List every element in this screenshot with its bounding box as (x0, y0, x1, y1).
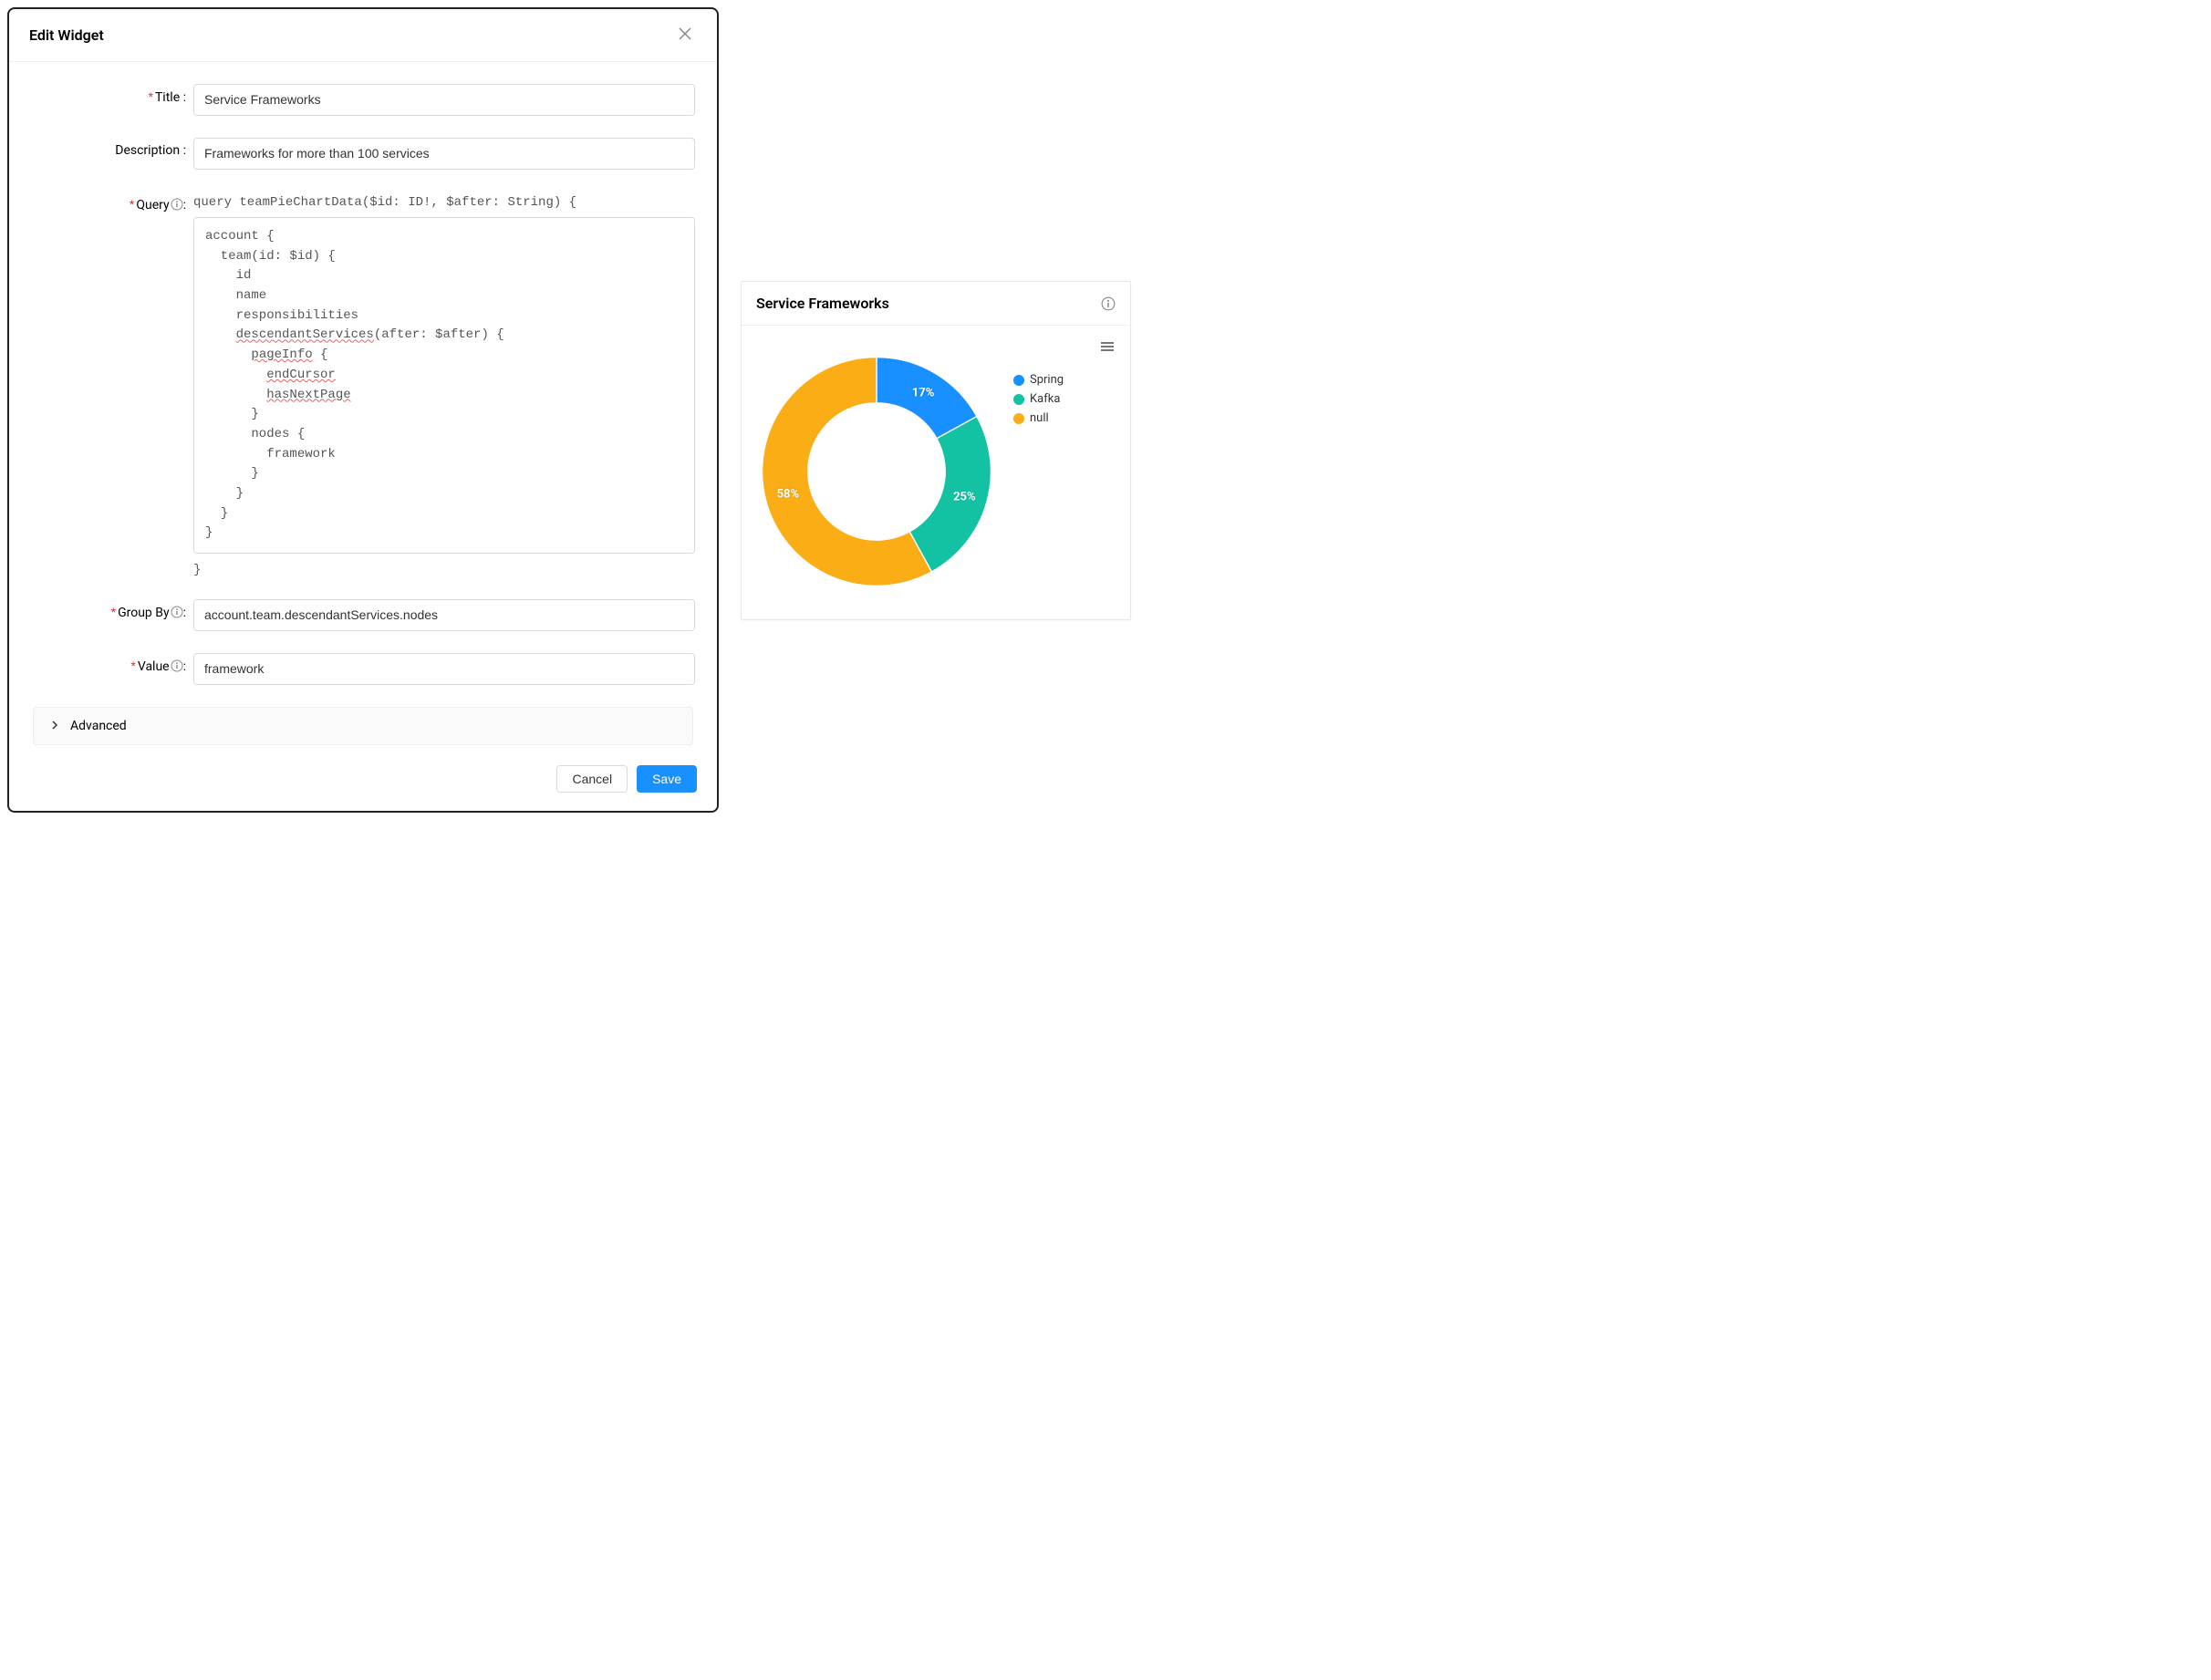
legend-label: Kafka (1030, 392, 1060, 406)
modal-header: Edit Widget (9, 9, 717, 62)
title-input[interactable] (193, 84, 695, 116)
cancel-button[interactable]: Cancel (556, 765, 628, 793)
query-body-editor[interactable]: account { team(id: $id) { id name respon… (193, 217, 695, 554)
donut-chart[interactable]: 17% 25% 58% (756, 351, 997, 592)
modal-footer: Cancel Save (9, 752, 717, 811)
field-row-title: *Title : (31, 84, 695, 116)
legend-label: Spring (1030, 373, 1064, 387)
legend-item[interactable]: Spring (1013, 373, 1064, 387)
field-row-group-by: *Group By: (31, 599, 695, 631)
info-icon[interactable] (1101, 296, 1116, 311)
info-icon[interactable] (171, 606, 183, 618)
chart-legend: Spring Kafka null (1013, 373, 1064, 425)
group-by-input[interactable] (193, 599, 695, 631)
query-tail: } (193, 554, 695, 577)
legend-item[interactable]: Kafka (1013, 392, 1064, 406)
description-label: Description : (31, 138, 193, 158)
chart-slice-label: 58% (777, 487, 800, 501)
query-head: query teamPieChartData($id: ID!, $after:… (193, 192, 695, 217)
modal-title: Edit Widget (29, 26, 104, 44)
chart-menu-icon[interactable] (1101, 342, 1114, 351)
legend-label: null (1030, 411, 1049, 425)
chart-slice-label: 25% (953, 490, 976, 503)
legend-dot-icon (1013, 413, 1024, 424)
modal-body: *Title : Description : *Query: (9, 62, 717, 752)
save-button[interactable]: Save (637, 765, 697, 793)
advanced-section-toggle[interactable]: Advanced (33, 707, 693, 745)
widget-preview-card: Service Frameworks 17% 25% 58% Spring Kafka… (741, 281, 1131, 620)
title-label: *Title : (31, 84, 193, 105)
legend-item[interactable]: null (1013, 411, 1064, 425)
field-row-query: *Query: query teamPieChartData($id: ID!,… (31, 192, 695, 577)
legend-dot-icon (1013, 394, 1024, 405)
group-by-label: *Group By: (31, 599, 193, 620)
info-icon[interactable] (171, 659, 183, 672)
chart-slice-label: 17% (912, 386, 935, 399)
edit-widget-modal: Edit Widget *Title : Description : (7, 7, 719, 813)
info-icon[interactable] (171, 198, 183, 211)
preview-body: 17% 25% 58% Spring Kafka null (742, 326, 1130, 619)
field-row-value: *Value: (31, 653, 695, 685)
chevron-right-icon (50, 720, 59, 732)
value-input[interactable] (193, 653, 695, 685)
query-label: *Query: (31, 192, 193, 213)
legend-dot-icon (1013, 375, 1024, 386)
chart-slice[interactable] (909, 417, 991, 572)
preview-title: Service Frameworks (756, 295, 889, 312)
value-label: *Value: (31, 653, 193, 674)
preview-header: Service Frameworks (742, 282, 1130, 326)
close-icon[interactable] (673, 24, 697, 47)
description-input[interactable] (193, 138, 695, 170)
advanced-label: Advanced (70, 719, 127, 733)
field-row-description: Description : (31, 138, 695, 170)
